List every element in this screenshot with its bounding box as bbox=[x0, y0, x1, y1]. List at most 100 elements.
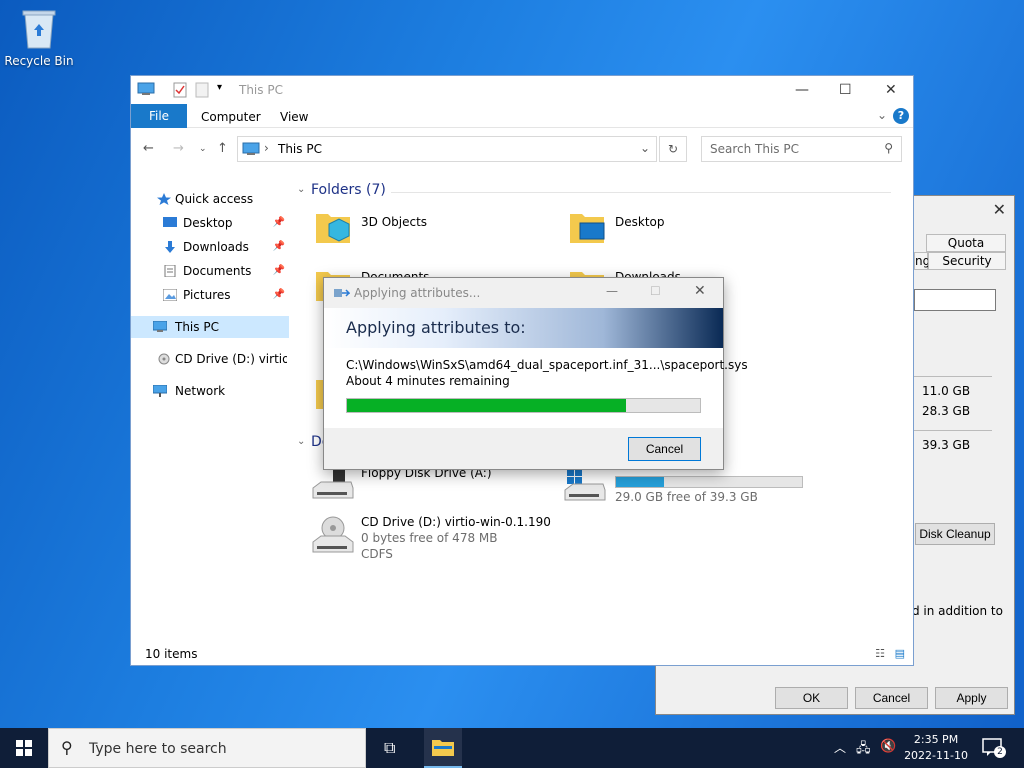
compress-note: d in addition to bbox=[912, 604, 1003, 618]
tab-sharing[interactable]: ng bbox=[914, 252, 930, 270]
group-divider bbox=[391, 192, 891, 193]
tab-security[interactable]: Security bbox=[928, 252, 1006, 270]
back-arrow-icon[interactable]: ← bbox=[143, 141, 154, 156]
recent-locations-icon[interactable]: ⌄ bbox=[199, 144, 207, 154]
tab-file[interactable]: File bbox=[131, 104, 187, 128]
used-space-value: 11.0 GB bbox=[922, 384, 971, 398]
windows-logo-icon bbox=[16, 740, 32, 756]
large-icons-view-icon[interactable]: ▤ bbox=[895, 647, 905, 660]
details-view-icon[interactable]: ☷ bbox=[875, 647, 885, 660]
search-input[interactable]: Search This PC ⚲ bbox=[701, 136, 902, 162]
dialog-body: C:\Windows\WinSxS\amd64_dual_spaceport.i… bbox=[324, 348, 748, 428]
address-text: This PC bbox=[278, 142, 322, 156]
cancel-button[interactable]: Cancel bbox=[855, 687, 928, 709]
navigation-bar: ← → ⌄ ↑ › This PC ⌄ ↻ Search This PC ⚲ bbox=[131, 128, 913, 168]
taskbar-explorer-button[interactable] bbox=[424, 728, 462, 768]
folders-group-header[interactable]: Folders (7) bbox=[311, 182, 386, 198]
address-bar[interactable]: › This PC ⌄ bbox=[237, 136, 657, 162]
customize-qat-icon[interactable]: ▾ bbox=[217, 82, 222, 93]
search-icon: ⚲ bbox=[884, 141, 893, 155]
network-status-icon[interactable]: 🖧 bbox=[856, 739, 871, 761]
close-icon[interactable]: ✕ bbox=[993, 200, 1006, 219]
sidebar-item-desktop[interactable]: Desktop 📌 bbox=[131, 212, 289, 234]
expand-ribbon-icon[interactable]: ⌄ bbox=[877, 108, 887, 122]
download-icon bbox=[165, 241, 175, 253]
free-space-value: 28.3 GB bbox=[922, 404, 971, 418]
refresh-icon: ↻ bbox=[667, 142, 679, 156]
forward-arrow-icon[interactable]: → bbox=[173, 141, 184, 156]
local-disk-icon bbox=[564, 469, 606, 501]
tab-computer[interactable]: Computer bbox=[201, 110, 261, 124]
search-icon: ⚲ bbox=[61, 738, 73, 757]
sidebar-item-quick-access[interactable]: Quick access bbox=[131, 188, 289, 210]
navigation-pane: Quick access Desktop 📌 Downloads 📌 Docum… bbox=[131, 176, 289, 636]
folder-desktop-icon bbox=[570, 214, 605, 243]
progress-bar bbox=[346, 398, 701, 413]
pin-icon: 📌 bbox=[272, 289, 285, 300]
maximize-icon: ☐ bbox=[650, 284, 661, 298]
disk-cleanup-button[interactable]: Disk Cleanup bbox=[915, 523, 995, 545]
clock-date: 2022-11-10 bbox=[904, 749, 968, 762]
chevron-down-icon[interactable]: ⌄ bbox=[640, 141, 650, 155]
volume-muted-icon[interactable]: 🔇 bbox=[880, 739, 896, 754]
minimize-icon[interactable]: — bbox=[606, 284, 618, 298]
sidebar-item-documents[interactable]: Documents 📌 bbox=[131, 260, 289, 282]
local-disk-usage-fill bbox=[616, 477, 665, 487]
title-bar: ▾ This PC — ☐ ✕ bbox=[131, 76, 913, 104]
show-hidden-icons-icon[interactable]: ︿ bbox=[834, 739, 846, 756]
desktop-icon bbox=[163, 217, 177, 227]
tab-view[interactable]: View bbox=[280, 110, 308, 124]
cd-drive-icon bbox=[158, 353, 170, 365]
breadcrumb-chevron-icon[interactable]: › bbox=[264, 141, 269, 155]
collapse-chevron-icon[interactable]: ⌄ bbox=[297, 436, 305, 447]
minimize-icon[interactable]: — bbox=[795, 82, 809, 98]
sidebar-item-pictures[interactable]: Pictures 📌 bbox=[131, 284, 289, 306]
divider bbox=[914, 376, 992, 377]
new-folder-icon[interactable] bbox=[195, 82, 209, 101]
sidebar-item-this-pc[interactable]: This PC bbox=[131, 316, 289, 338]
ok-button[interactable]: OK bbox=[775, 687, 848, 709]
cancel-button[interactable]: Cancel bbox=[628, 437, 701, 461]
pin-icon: 📌 bbox=[272, 265, 285, 276]
clock-time: 2:35 PM bbox=[913, 733, 959, 746]
folder-desktop[interactable]: Desktop bbox=[615, 215, 665, 229]
label-input[interactable] bbox=[914, 289, 996, 311]
star-icon bbox=[157, 193, 171, 205]
recycle-bin-label: Recycle Bin bbox=[4, 54, 74, 68]
ribbon: File Computer View ⌄ ? bbox=[131, 104, 913, 128]
up-arrow-icon[interactable]: ↑ bbox=[217, 141, 228, 156]
window-title: This PC bbox=[239, 83, 283, 97]
pin-icon: 📌 bbox=[272, 241, 285, 252]
sidebar-item-network[interactable]: Network bbox=[131, 380, 289, 402]
dialog-heading: Applying attributes to: bbox=[346, 318, 526, 337]
apply-button[interactable]: Apply bbox=[935, 687, 1008, 709]
current-file-path: C:\Windows\WinSxS\amd64_dual_spaceport.i… bbox=[346, 358, 748, 372]
cd-drive-filesystem: CDFS bbox=[361, 547, 393, 561]
taskbar-search-input[interactable]: ⚲ Type here to search bbox=[48, 728, 366, 768]
cd-drive-name[interactable]: CD Drive (D:) virtio-win-0.1.190 bbox=[361, 515, 551, 529]
status-item-count: 10 items bbox=[145, 647, 198, 661]
floppy-drive-icon bbox=[312, 470, 354, 499]
collapse-chevron-icon[interactable]: ⌄ bbox=[297, 184, 305, 195]
sidebar-item-downloads[interactable]: Downloads 📌 bbox=[131, 236, 289, 258]
maximize-icon[interactable]: ☐ bbox=[839, 82, 852, 98]
notifications-button[interactable]: 2 bbox=[982, 738, 1006, 758]
pictures-icon bbox=[163, 289, 177, 301]
document-icon bbox=[164, 265, 176, 277]
folder-3d-objects[interactable]: 3D Objects bbox=[361, 215, 427, 229]
attributes-icon bbox=[334, 287, 351, 302]
tab-quota[interactable]: Quota bbox=[926, 234, 1006, 252]
recycle-bin-icon bbox=[19, 6, 59, 50]
refresh-button[interactable]: ↻ bbox=[659, 136, 687, 162]
clock[interactable]: 2:35 PM 2022-11-10 bbox=[904, 732, 968, 764]
help-icon[interactable]: ? bbox=[893, 108, 909, 124]
recycle-bin-shortcut[interactable]: Recycle Bin bbox=[4, 6, 74, 68]
close-icon[interactable]: ✕ bbox=[885, 82, 897, 98]
divider bbox=[914, 430, 992, 431]
sidebar-item-cd-drive[interactable]: CD Drive (D:) virtio-w bbox=[131, 348, 289, 370]
close-icon[interactable]: ✕ bbox=[694, 283, 706, 299]
properties-icon[interactable] bbox=[173, 82, 187, 101]
task-view-icon[interactable]: ⧉ bbox=[384, 738, 395, 758]
file-explorer-icon bbox=[432, 740, 454, 756]
start-button[interactable] bbox=[0, 728, 48, 768]
